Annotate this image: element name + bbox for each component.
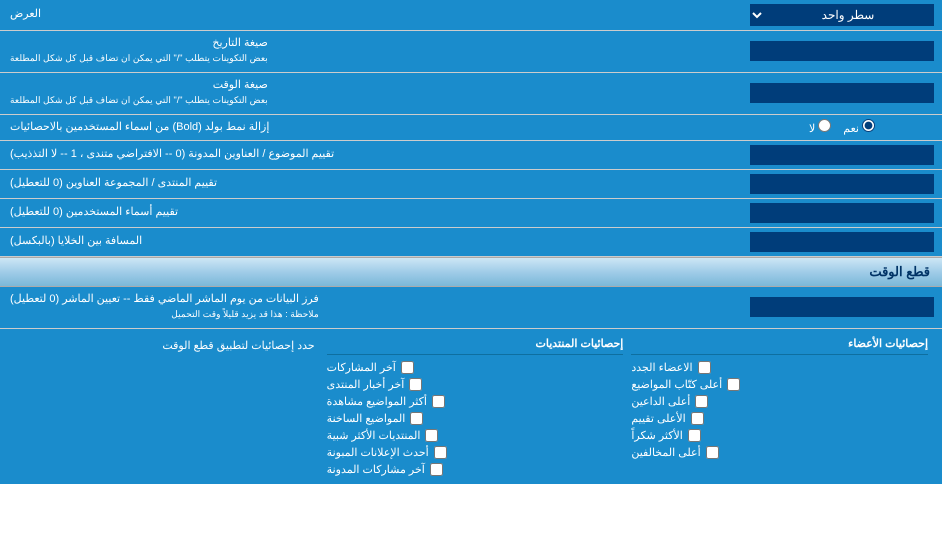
usernames-input[interactable]: 0: [750, 203, 934, 223]
forum-stat-item-6: آخر مشاركات المدونة: [327, 461, 624, 478]
time-format-label: صيغة الوقتبعض التكوينات يتطلب "/" التي ي…: [0, 73, 742, 114]
bold-yes-radio[interactable]: [862, 119, 875, 132]
time-format-input[interactable]: H:i: [750, 83, 934, 103]
topic-titles-input-cell: 33: [742, 141, 942, 169]
member-stat-checkbox-5[interactable]: [706, 446, 719, 459]
time-format-input-cell: H:i: [742, 73, 942, 114]
forum-titles-input[interactable]: 33: [750, 174, 934, 194]
time-cut-row: فرز البيانات من يوم الماشر الماضي فقط --…: [0, 287, 942, 329]
forum-stat-checkbox-5[interactable]: [434, 446, 447, 459]
cell-spacing-input[interactable]: 2: [750, 232, 934, 252]
topic-titles-label: تقييم الموضوع / العناوين المدونة (0 -- ا…: [0, 141, 742, 169]
time-format-row: صيغة الوقتبعض التكوينات يتطلب "/" التي ي…: [0, 73, 942, 115]
forum-titles-row: تقييم المنتدى / المجموعة العناوين (0 للت…: [0, 170, 942, 199]
member-stat-item-3: الأعلى تقييم: [631, 410, 928, 427]
member-stat-checkbox-1[interactable]: [727, 378, 740, 391]
forum-stats-column: إحصائيات المنتديات آخر المشاركات آخر أخب…: [323, 335, 628, 478]
forum-stat-item-3: المواضيع الساخنة: [327, 410, 624, 427]
forum-titles-input-cell: 33: [742, 170, 942, 198]
member-stat-item-4: الأكثر شكراً: [631, 427, 928, 444]
date-format-input[interactable]: d-m: [750, 41, 934, 61]
member-stat-item-0: الاعضاء الجدد: [631, 359, 928, 376]
bold-no-radio[interactable]: [818, 119, 831, 132]
display-dropdown[interactable]: سطر واحد سطران ثلاثة أسطر: [750, 4, 934, 26]
member-stat-checkbox-0[interactable]: [698, 361, 711, 374]
date-format-input-cell: d-m: [742, 31, 942, 72]
member-stat-checkbox-3[interactable]: [691, 412, 704, 425]
forum-stat-item-4: المنتديات الأكثر شبية: [327, 427, 624, 444]
cell-spacing-label: المسافة بين الخلايا (بالبكسل): [0, 228, 742, 256]
forum-stat-item-0: آخر المشاركات: [327, 359, 624, 376]
topic-titles-input[interactable]: 33: [750, 145, 934, 165]
forum-stat-checkbox-4[interactable]: [425, 429, 438, 442]
date-format-label: صيغة التاريخبعض التكوينات يتطلب "/" التي…: [0, 31, 742, 72]
time-cut-section-header: قطع الوقت: [0, 257, 942, 287]
cell-spacing-input-cell: 2: [742, 228, 942, 256]
display-dropdown-cell: سطر واحد سطران ثلاثة أسطر: [742, 0, 942, 30]
member-stat-item-1: أعلى كتّاب المواضيع: [631, 376, 928, 393]
topic-titles-row: تقييم الموضوع / العناوين المدونة (0 -- ا…: [0, 141, 942, 170]
stats-limit-label: حدد إحصائيات لتطبيق قطع الوقت: [10, 335, 323, 356]
member-stats-column: إحصائيات الأعضاء الاعضاء الجدد أعلى كتّا…: [627, 335, 932, 461]
usernames-input-cell: 0: [742, 199, 942, 227]
forum-stat-checkbox-6[interactable]: [430, 463, 443, 476]
forum-stat-checkbox-0[interactable]: [401, 361, 414, 374]
bold-remove-radio-cell: لا نعم: [742, 115, 942, 140]
top-label: العرض: [0, 0, 742, 30]
forum-stat-checkbox-2[interactable]: [432, 395, 445, 408]
forum-stat-item-1: آخر أخبار المنتدى: [327, 376, 624, 393]
usernames-row: تقييم أسماء المستخدمين (0 للتعطيل) 0: [0, 199, 942, 228]
stats-section: حدد إحصائيات لتطبيق قطع الوقت إحصائيات ا…: [0, 329, 942, 484]
forum-stat-checkbox-1[interactable]: [409, 378, 422, 391]
forum-stat-checkbox-3[interactable]: [410, 412, 423, 425]
main-container: العرض سطر واحد سطران ثلاثة أسطر صيغة الت…: [0, 0, 942, 484]
forum-stats-header: إحصائيات المنتديات: [327, 335, 624, 355]
member-stat-item-5: أعلى المخالفين: [631, 444, 928, 461]
cell-spacing-row: المسافة بين الخلايا (بالبكسل) 2: [0, 228, 942, 257]
bold-no-label: لا: [809, 119, 831, 135]
member-stat-checkbox-4[interactable]: [688, 429, 701, 442]
usernames-label: تقييم أسماء المستخدمين (0 للتعطيل): [0, 199, 742, 227]
forum-titles-label: تقييم المنتدى / المجموعة العناوين (0 للت…: [0, 170, 742, 198]
forum-stat-item-2: أكثر المواضيع مشاهدة: [327, 393, 624, 410]
bold-remove-row: إزالة نمط بولد (Bold) من اسماء المستخدمي…: [0, 115, 942, 141]
time-cut-input[interactable]: 0: [750, 297, 934, 317]
member-stat-item-2: أعلى الداعين: [631, 393, 928, 410]
date-format-row: صيغة التاريخبعض التكوينات يتطلب "/" التي…: [0, 31, 942, 73]
time-cut-input-cell: 0: [742, 287, 942, 328]
member-stats-header: إحصائيات الأعضاء: [631, 335, 928, 355]
time-cut-label: فرز البيانات من يوم الماشر الماضي فقط --…: [0, 287, 742, 328]
member-stat-checkbox-2[interactable]: [695, 395, 708, 408]
bold-remove-label: إزالة نمط بولد (Bold) من اسماء المستخدمي…: [0, 115, 742, 140]
top-row: العرض سطر واحد سطران ثلاثة أسطر: [0, 0, 942, 31]
bold-yes-label: نعم: [843, 119, 875, 135]
forum-stat-item-5: أحدث الإعلانات المبونة: [327, 444, 624, 461]
